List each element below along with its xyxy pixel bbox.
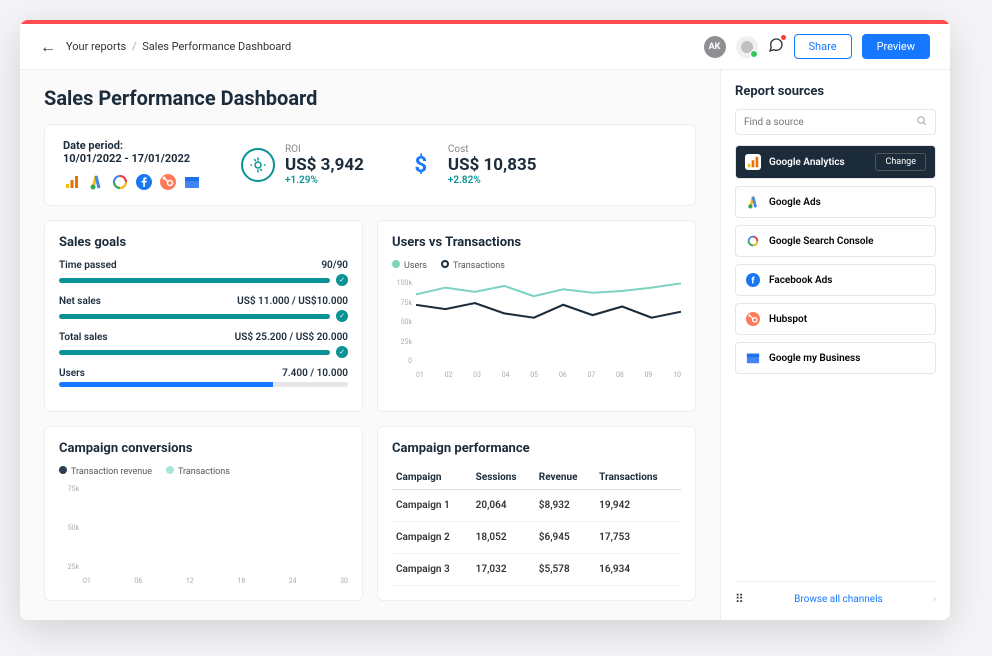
campaign-performance-card: Campaign performance CampaignSessionsRev… xyxy=(377,426,696,601)
header: ← Your reports / Sales Performance Dashb… xyxy=(20,24,950,70)
svg-text:f: f xyxy=(751,276,755,287)
goal-row: Net salesUS$ 11.000 / US$10.000 ✓ xyxy=(59,296,348,322)
preview-button[interactable]: Preview xyxy=(862,34,930,59)
check-icon: ✓ xyxy=(336,346,348,358)
table-row: Campaign 317,032$5,57816,934 xyxy=(392,554,681,586)
source-icon: f xyxy=(745,272,761,288)
source-icon xyxy=(745,350,761,366)
dollar-icon: $ xyxy=(404,148,438,182)
breadcrumb-root[interactable]: Your reports xyxy=(66,40,126,53)
table-row: Campaign 120,064$8,93219,942 xyxy=(392,490,681,522)
overview-card: Date period: 10/01/2022 - 17/01/2022 xyxy=(44,124,696,206)
change-button[interactable]: Change xyxy=(875,153,926,171)
breadcrumb-page[interactable]: Sales Performance Dashboard xyxy=(142,40,291,53)
source-icons-row xyxy=(63,173,201,191)
users-transactions-card: Users vs Transactions Users Transactions… xyxy=(377,220,696,412)
source-item[interactable]: Google Ads xyxy=(735,186,936,218)
source-item[interactable]: Google Search Console xyxy=(735,225,936,257)
goal-row: Users7.400 / 10.000 xyxy=(59,368,348,387)
browse-channels[interactable]: ⠿ Browse all channels › xyxy=(735,581,936,606)
check-icon: ✓ xyxy=(336,310,348,322)
breadcrumb[interactable]: Your reports / Sales Performance Dashboa… xyxy=(66,40,694,53)
back-arrow-icon[interactable]: ← xyxy=(40,37,56,57)
google-icon xyxy=(111,173,129,191)
main-content: Sales Performance Dashboard Date period:… xyxy=(20,70,720,620)
page-title: Sales Performance Dashboard xyxy=(44,86,696,110)
source-icon xyxy=(745,194,761,210)
source-item[interactable]: Hubspot xyxy=(735,303,936,335)
comments-icon[interactable] xyxy=(768,37,784,57)
sidebar: Report sources Google Analytics Change G… xyxy=(720,70,950,620)
avatar-user-icon[interactable] xyxy=(736,36,758,58)
share-button[interactable]: Share xyxy=(794,34,852,59)
conversions-chart: 75k50k25k 010612182430 xyxy=(59,485,348,585)
source-icon xyxy=(745,233,761,249)
source-icon xyxy=(745,154,761,170)
sidebar-title: Report sources xyxy=(735,84,936,99)
check-icon: ✓ xyxy=(336,274,348,286)
avatar-ak[interactable]: AK xyxy=(704,36,726,58)
source-item[interactable]: f Facebook Ads xyxy=(735,264,936,296)
goal-row: Time passed90/90 ✓ xyxy=(59,260,348,286)
source-search-input[interactable] xyxy=(744,117,916,128)
date-period: Date period: 10/01/2022 - 17/01/2022 xyxy=(63,139,201,191)
users-chart: 100k75k50k25k0 01020304050607080910 xyxy=(392,279,681,379)
table-row: Campaign 218,052$6,94517,753 xyxy=(392,522,681,554)
hubspot-icon xyxy=(159,173,177,191)
source-item[interactable]: Google my Business xyxy=(735,342,936,374)
sales-goals-card: Sales goals Time passed90/90 ✓Net salesU… xyxy=(44,220,363,412)
chevron-right-icon: › xyxy=(933,594,936,605)
trans-legend-dot xyxy=(166,466,174,474)
revenue-legend-dot xyxy=(59,466,67,474)
performance-table: CampaignSessionsRevenueTransactions Camp… xyxy=(392,466,681,586)
source-icon xyxy=(745,311,761,327)
google-analytics-icon xyxy=(63,173,81,191)
cost-metric: $ Cost US$ 10,835 +2.82% xyxy=(404,144,537,186)
users-legend-dot xyxy=(392,260,400,268)
facebook-icon xyxy=(135,173,153,191)
google-my-business-icon xyxy=(183,173,201,191)
search-icon xyxy=(916,115,927,129)
source-search[interactable] xyxy=(735,109,936,135)
roi-icon xyxy=(241,148,275,182)
transactions-legend-dot xyxy=(441,260,449,268)
roi-metric: ROI US$ 3,942 +1.29% xyxy=(241,144,364,186)
google-ads-icon xyxy=(87,173,105,191)
campaign-conversions-card: Campaign conversions Transaction revenue… xyxy=(44,426,363,601)
source-item[interactable]: Google Analytics Change xyxy=(735,145,936,179)
goal-row: Total salesUS$ 25.200 / US$ 20.000 ✓ xyxy=(59,332,348,358)
grid-icon: ⠿ xyxy=(735,592,744,606)
